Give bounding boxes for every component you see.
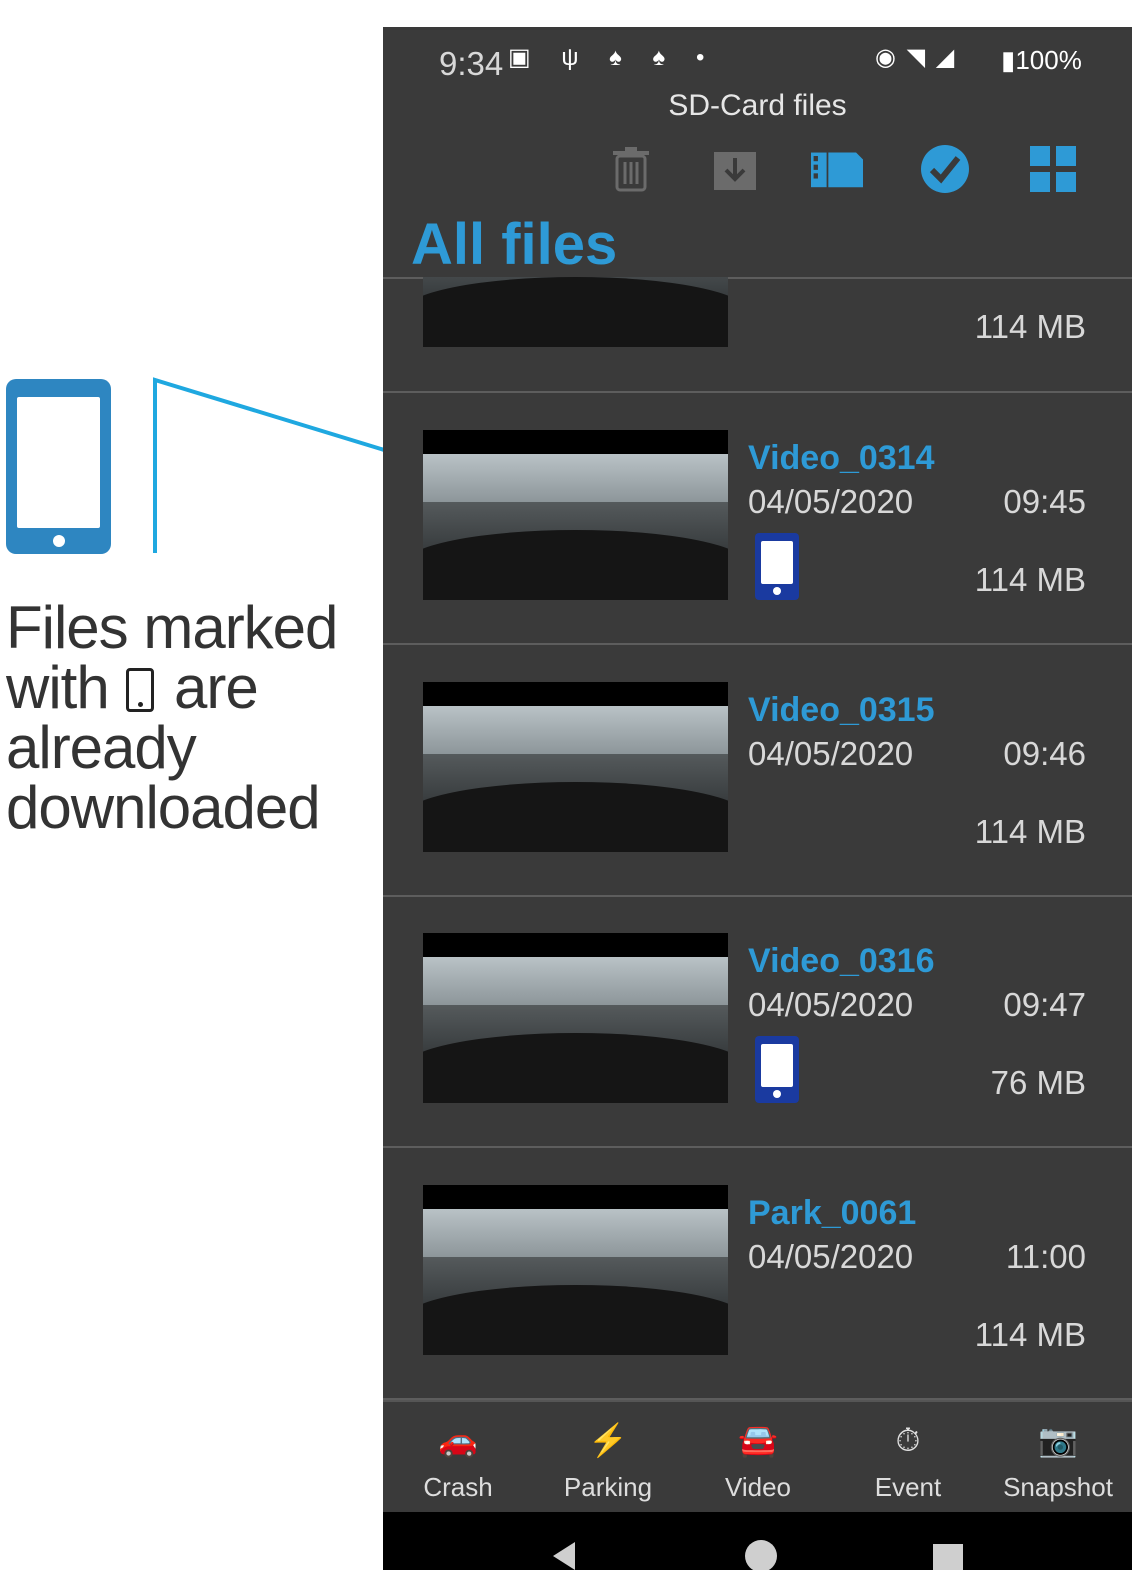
nav-crash[interactable]: 🚗 Crash — [383, 1402, 533, 1512]
status-bar: 9:34 ▣ ψ ♠ ♠ • ◉ ◥ ◢ ▮100% — [383, 27, 1132, 95]
file-size: 76 MB — [990, 1064, 1086, 1101]
file-item[interactable]: Video_0315 04/05/2020 09:46 114 MB — [383, 647, 1132, 897]
nav-label: Parking — [563, 1472, 653, 1502]
app-title: SD-Card files — [668, 89, 847, 122]
file-size: 114 MB — [974, 308, 1086, 345]
notification-icons: ▣ ψ ♠ ♠ • — [508, 44, 717, 71]
battery-level: ▮100% — [1001, 45, 1082, 75]
download-icon[interactable] — [709, 143, 761, 195]
nav-video[interactable]: 🚘 Video — [683, 1402, 833, 1512]
file-item[interactable]: Video_0316 04/05/2020 09:47 76 MB — [383, 898, 1132, 1148]
system-nav-bar — [383, 1512, 1132, 1570]
tablet-icon — [6, 379, 111, 554]
divider — [383, 391, 1132, 393]
lightning-icon: ⚡ — [588, 1422, 628, 1458]
file-time: 09:47 — [1003, 986, 1086, 1023]
crash-icon: 🚗 — [438, 1422, 478, 1458]
nav-snapshot[interactable]: 📷 Snapshot — [983, 1402, 1132, 1512]
file-date: 04/05/2020 — [748, 483, 914, 520]
file-time: 09:46 — [1003, 735, 1086, 772]
file-size: 114 MB — [974, 1316, 1086, 1353]
home-icon[interactable] — [745, 1540, 777, 1570]
nav-event[interactable]: ⏱ Event — [833, 1402, 983, 1512]
annotation-line-1: Files marked — [6, 594, 338, 661]
divider — [383, 643, 1132, 645]
grid-view-icon[interactable] — [1027, 143, 1079, 195]
event-icon: ⏱ — [895, 1422, 921, 1458]
video-thumbnail — [423, 682, 728, 852]
nav-label: Snapshot — [1003, 1472, 1113, 1502]
section-title: All files — [411, 212, 618, 277]
annotation-with: with — [6, 654, 110, 721]
file-name: Video_0316 — [748, 942, 935, 980]
phone-icon — [126, 668, 155, 712]
annotation-are: are — [174, 654, 259, 721]
downloaded-phone-icon — [755, 533, 799, 600]
video-thumbnail — [423, 1185, 728, 1355]
annotation-line-2: with are — [6, 658, 366, 718]
downloaded-phone-icon — [755, 1036, 799, 1103]
annotation-line-4: downloaded — [6, 774, 321, 841]
sd-card-icon[interactable] — [811, 143, 863, 195]
file-size: 114 MB — [974, 561, 1086, 598]
nav-parking[interactable]: ⚡ Parking — [533, 1402, 683, 1512]
annotation-line-3: already — [6, 714, 197, 781]
file-name: Video_0314 — [748, 439, 935, 477]
file-item[interactable]: Video_0314 04/05/2020 09:45 114 MB — [383, 395, 1132, 645]
bottom-nav: 🚗 Crash ⚡ Parking 🚘 Video ⏱ Event 📷 Snap… — [383, 1400, 1132, 1512]
select-check-icon[interactable] — [919, 143, 971, 195]
video-thumbnail — [423, 933, 728, 1103]
video-thumbnail — [423, 277, 728, 347]
annotation-text: Files marked with are already downloaded — [6, 598, 366, 838]
divider — [383, 895, 1132, 897]
file-time: 09:45 — [1003, 483, 1086, 520]
video-thumbnail — [423, 430, 728, 600]
signal-icons: ◉ ◥ ◢ — [875, 44, 957, 71]
file-size: 114 MB — [974, 813, 1086, 850]
trash-icon[interactable] — [605, 143, 657, 195]
camera-icon: 📷 — [1038, 1422, 1078, 1458]
nav-label: Event — [874, 1472, 942, 1502]
recent-apps-icon[interactable] — [933, 1544, 963, 1570]
nav-label: Crash — [423, 1472, 493, 1502]
divider — [383, 1146, 1132, 1148]
phone-screen: 9:34 ▣ ψ ♠ ♠ • ◉ ◥ ◢ ▮100% SD-Card files… — [383, 27, 1132, 1570]
file-name: Video_0315 — [748, 691, 935, 729]
car-icon: 🚘 — [738, 1422, 778, 1458]
file-date: 04/05/2020 — [748, 735, 914, 772]
file-item[interactable]: Park_0061 04/05/2020 11:00 114 MB — [383, 1150, 1132, 1400]
file-date: 04/05/2020 — [748, 986, 914, 1023]
file-date: 04/05/2020 — [748, 1238, 914, 1275]
file-name: Park_0061 — [748, 1194, 917, 1232]
file-list[interactable]: 114 MB Video_0314 04/05/2020 09:45 114 M… — [383, 277, 1132, 1400]
nav-label: Video — [724, 1472, 792, 1502]
file-time: 11:00 — [1005, 1238, 1086, 1275]
toolbar — [383, 143, 1132, 203]
back-icon[interactable] — [553, 1542, 575, 1570]
